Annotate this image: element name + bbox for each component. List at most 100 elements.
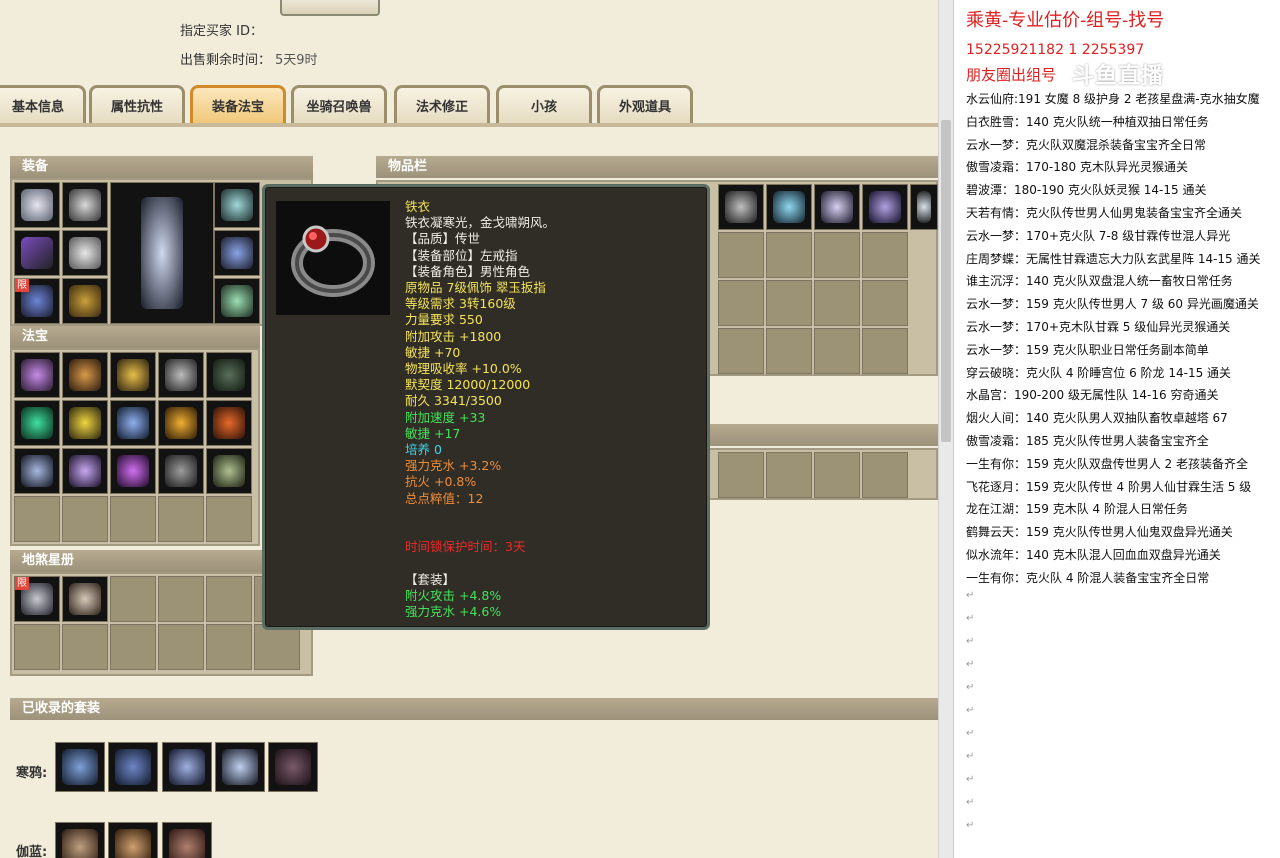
inventory-slot[interactable] [766,184,812,230]
suit-piece[interactable] [55,742,105,792]
star-slot-empty[interactable] [206,624,252,670]
treasure-slot-empty[interactable] [206,496,252,542]
tooltip-line: 强力克水 +3.2% [405,458,502,474]
top-action-button[interactable] [280,0,380,16]
inventory-slot[interactable] [862,184,908,230]
equip-slot-weapon[interactable] [14,230,60,276]
list-item: 烟火人间：140 克火队男人双抽队畜牧卓越塔 67 [966,411,1228,426]
treasure-slot-empty[interactable] [14,496,60,542]
star-slot-empty[interactable] [62,624,108,670]
treasure-slot[interactable] [206,352,252,398]
inventory-slot-empty[interactable] [862,280,908,326]
scrollbar-thumb[interactable] [941,120,951,442]
treasure-slot[interactable] [158,448,204,494]
list-item: 飞花逐月：159 克火队传世 4 阶男人仙甘霖生活 5 级 [966,479,1252,494]
treasure-slot[interactable] [62,352,108,398]
tooltip-line: 抗火 +0.8% [405,474,477,490]
suit-piece[interactable] [162,822,212,858]
treasure-slot[interactable] [110,400,156,446]
scrollbar[interactable] [938,0,953,858]
star-slot-empty[interactable] [158,576,204,622]
treasure-slot[interactable] [62,448,108,494]
storage-slot-empty[interactable] [718,452,764,498]
equip-slot-bracelet[interactable] [214,230,260,276]
suit-piece[interactable] [55,822,105,858]
inventory-slot-empty[interactable] [862,328,908,374]
inventory-slot[interactable] [910,184,938,230]
treasure-slot-empty[interactable] [158,496,204,542]
star-slot-empty[interactable] [110,576,156,622]
star-slot-empty[interactable] [158,624,204,670]
star-slot[interactable] [62,576,108,622]
tab-equipment[interactable]: 装备法宝 [190,85,286,123]
treasure-slot[interactable] [62,400,108,446]
treasure-slot-empty[interactable] [110,496,156,542]
star-slot-empty[interactable] [110,624,156,670]
inventory-slot-empty[interactable] [718,280,764,326]
equip-slot-charm[interactable] [214,278,260,324]
paragraph-mark: ↵ [966,636,975,647]
inventory-slot[interactable] [718,184,764,230]
list-item: 云水一梦：170+克木队甘霖 5 级仙异光灵猴通关 [966,319,1231,334]
tab-spells[interactable]: 法术修正 [394,85,490,123]
storage-slot-empty[interactable] [814,452,860,498]
inventory-slot-empty[interactable] [766,280,812,326]
tab-attributes[interactable]: 属性抗性 [89,85,185,123]
equip-slot-helmet[interactable] [14,182,60,228]
storage-slot-empty[interactable] [862,452,908,498]
inventory-slot-empty[interactable] [766,328,812,374]
item-tooltip: 铁衣 铁衣凝寒光，金戈啸朔风。 【品质】传世 【装备部位】左戒指 【装备角色】男性角色原… [262,184,710,630]
paragraph-mark: ↵ [966,705,975,716]
inventory-slot-empty[interactable] [862,232,908,278]
treasure-slot[interactable] [158,400,204,446]
inventory-slot-empty[interactable] [814,232,860,278]
inventory-slot-empty[interactable] [718,328,764,374]
doc-circle-note: 朋友圈出组号 [966,66,1057,84]
suit-piece[interactable] [108,742,158,792]
treasure-slot[interactable] [14,448,60,494]
equip-slot-armor[interactable] [62,230,108,276]
tooltip-line [405,555,555,571]
storage-slot-empty[interactable] [766,452,812,498]
character-portrait [110,182,214,324]
tab-children[interactable]: 小孩 [496,85,592,123]
list-item: 鹤舞云天：159 克火队传世男人仙鬼双盘异光通关 [966,525,1233,540]
tab-basic-info[interactable]: 基本信息 [0,85,86,123]
tab-divider [0,123,938,127]
tab-appearance[interactable]: 外观道具 [597,85,693,123]
time-left-label: 出售剩余时间： [180,53,272,68]
equip-slot-belt[interactable] [214,182,260,228]
suit-piece[interactable] [215,742,265,792]
time-left-value: 5天9时 [275,53,318,68]
equip-slot-necklace[interactable] [62,182,108,228]
treasure-slot-empty[interactable] [62,496,108,542]
tooltip-line: 强力克水 +4.6% [405,604,502,620]
suit-piece[interactable] [162,742,212,792]
tab-mounts-pets[interactable]: 坐骑召唤兽 [291,85,387,123]
inventory-slot-empty[interactable] [718,232,764,278]
inventory-slot-empty[interactable] [814,328,860,374]
inventory-slot[interactable] [814,184,860,230]
star-slot-empty[interactable] [254,624,300,670]
inventory-slot-empty[interactable] [814,280,860,326]
star-slot-empty[interactable] [14,624,60,670]
treasure-slot[interactable] [14,352,60,398]
suit-piece[interactable] [268,742,318,792]
paragraph-mark: ↵ [966,590,975,601]
inventory-slot-empty[interactable] [766,232,812,278]
equip-slot-boots[interactable] [62,278,108,324]
list-item: 傲雪凌霜：185 克火队传世男人装备宝宝齐全 [966,433,1209,448]
paragraph-mark: ↵ [966,682,975,693]
treasure-slot[interactable] [14,400,60,446]
star-slot-empty[interactable] [206,576,252,622]
treasure-slot[interactable] [110,448,156,494]
treasure-slot[interactable] [206,400,252,446]
star-slot[interactable]: 限 [14,576,60,622]
suit-piece[interactable] [108,822,158,858]
treasure-slot[interactable] [206,448,252,494]
equip-slot-ring[interactable]: 限 [14,278,60,324]
treasure-slot[interactable] [110,352,156,398]
account-list: 水云仙府:191 女魔 8 级护身 2 老孩星盘满-克水抽女魔 白衣胜雪：140 … [966,88,1278,590]
doc-phones: 15225921182 1 2255397 [966,42,1145,58]
treasure-slot[interactable] [158,352,204,398]
